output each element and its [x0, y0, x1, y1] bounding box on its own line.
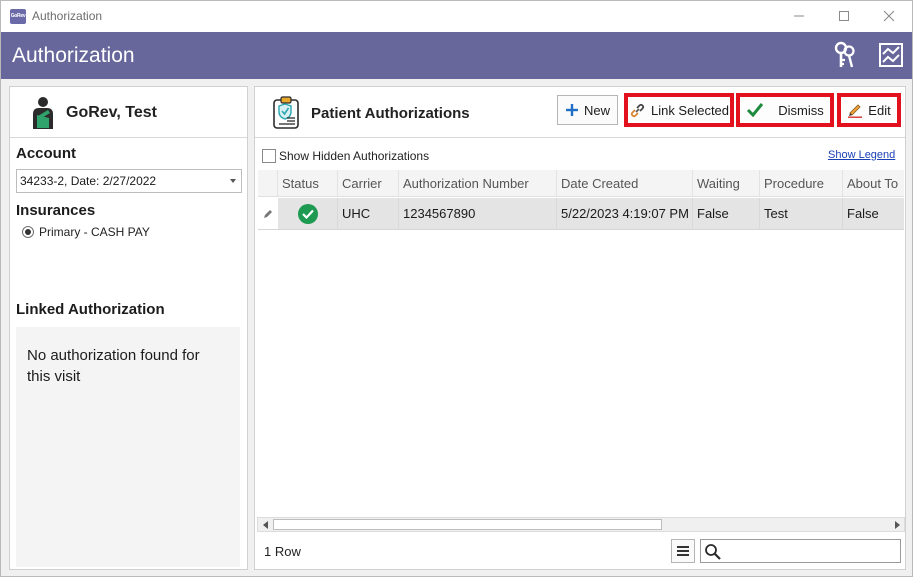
keys-button[interactable]: [832, 41, 858, 69]
column-header-date-created[interactable]: Date Created: [557, 170, 693, 196]
scrollbar-thumb[interactable]: [273, 519, 662, 530]
account-select[interactable]: 34233-2, Date: 2/27/2022: [16, 169, 242, 193]
cell-about-to: False: [847, 206, 879, 221]
show-hidden-checkbox[interactable]: [262, 149, 276, 163]
checkmark-icon: [746, 102, 764, 118]
authorizations-header: Patient Authorizations New Link Selected: [255, 87, 905, 138]
insurance-option-label: Primary - CASH PAY: [39, 225, 150, 239]
edit-label: Edit: [868, 102, 891, 118]
horizontal-scrollbar[interactable]: [257, 517, 905, 532]
minimize-button[interactable]: [781, 5, 817, 27]
close-icon: [883, 10, 895, 22]
plus-icon: [565, 103, 579, 117]
radio-button[interactable]: [22, 226, 34, 238]
column-header-authorization-number[interactable]: Authorization Number: [399, 170, 557, 196]
scroll-left-button[interactable]: [258, 518, 273, 531]
window-title: Authorization: [32, 9, 103, 23]
close-button[interactable]: [871, 5, 907, 27]
row-indicator-header: [258, 170, 278, 196]
linked-authorization-box: No authorization found for this visit: [16, 327, 240, 567]
check-circle-icon: [297, 203, 318, 224]
show-legend-link[interactable]: Show Legend: [828, 149, 895, 161]
chart-icon: [879, 43, 903, 67]
chevron-right-icon: [894, 520, 900, 529]
search-icon: [705, 544, 721, 560]
link-icon: [629, 102, 646, 119]
insurances-label: Insurances: [16, 202, 96, 219]
cell-status: [278, 198, 338, 229]
column-header-carrier[interactable]: Carrier: [338, 170, 399, 196]
dismiss-button[interactable]: Dismiss: [736, 93, 834, 127]
cell-authorization-number: 1234567890: [399, 198, 557, 229]
maximize-icon: [839, 11, 849, 21]
patient-header: GoRev, Test: [10, 87, 247, 138]
page-title: Authorization: [12, 44, 135, 67]
grid-header: Status Carrier Authorization Number Date…: [258, 170, 904, 197]
show-hidden-toggle[interactable]: Show Hidden Authorizations: [262, 148, 429, 164]
page-header: Authorization: [1, 32, 912, 79]
column-header-waiting[interactable]: Waiting: [693, 170, 760, 196]
search-box[interactable]: [700, 539, 901, 563]
maximize-button[interactable]: [826, 5, 862, 27]
edit-button[interactable]: Edit: [837, 93, 901, 127]
keys-icon: [834, 41, 855, 68]
dismiss-label: Dismiss: [778, 102, 824, 118]
patient-icon: [33, 97, 53, 129]
panel-title: Patient Authorizations: [311, 105, 470, 122]
account-label: Account: [16, 145, 76, 162]
patient-panel: GoRev, Test Account 34233-2, Date: 2/27/…: [9, 86, 248, 570]
chevron-left-icon: [262, 520, 268, 529]
pencil-icon: [847, 102, 863, 118]
account-select-value: 34233-2, Date: 2/27/2022: [20, 174, 157, 188]
app-icon: GoRev: [10, 9, 26, 24]
title-bar: GoRev Authorization: [1, 1, 912, 32]
column-header-status[interactable]: Status: [278, 170, 338, 196]
cell-procedure: Test: [760, 198, 843, 229]
chevron-down-icon: [230, 179, 236, 183]
minimize-icon: [794, 15, 804, 17]
column-header-about-to[interactable]: About To: [843, 170, 904, 196]
table-row[interactable]: UHC 1234567890 5/22/2023 4:19:07 PM Fals…: [258, 198, 904, 230]
cell-carrier: UHC: [338, 198, 399, 229]
authorization-window: GoRev Authorization Authorization GoRev,…: [0, 0, 913, 577]
cell-date-created: 5/22/2023 4:19:07 PM: [557, 198, 693, 229]
authorizations-grid: Status Carrier Authorization Number Date…: [258, 170, 904, 516]
column-header-procedure[interactable]: Procedure: [760, 170, 843, 196]
row-count: 1 Row: [264, 544, 301, 559]
link-selected-button[interactable]: Link Selected: [624, 93, 734, 127]
linked-authorization-message: No authorization found for this visit: [27, 347, 200, 385]
new-button-label: New: [583, 102, 610, 118]
show-hidden-label: Show Hidden Authorizations: [279, 149, 430, 163]
pencil-icon: [264, 209, 272, 218]
chart-button[interactable]: [878, 41, 904, 69]
hamburger-menu-icon: [677, 546, 689, 556]
cell-waiting: False: [693, 198, 760, 229]
patient-name: GoRev, Test: [66, 104, 157, 121]
linked-authorization-label: Linked Authorization: [16, 301, 165, 318]
new-button[interactable]: New: [557, 95, 618, 125]
row-edit-indicator: [258, 198, 278, 229]
link-selected-label: Link Selected: [650, 102, 730, 118]
insurance-option-primary[interactable]: Primary - CASH PAY: [22, 224, 150, 240]
search-input[interactable]: [723, 542, 898, 560]
scroll-right-button[interactable]: [889, 518, 904, 531]
clipboard-shield-icon: [273, 96, 299, 129]
grid-menu-button[interactable]: [671, 539, 695, 563]
authorizations-panel: Patient Authorizations New Link Selected: [254, 86, 906, 570]
